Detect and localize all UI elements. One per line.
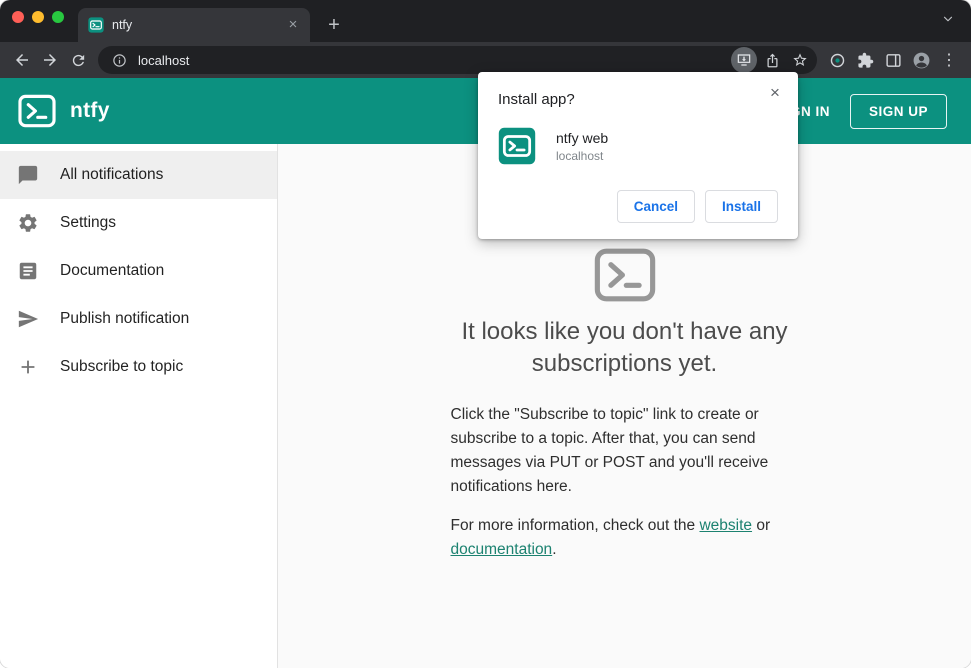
menu-overflow-icon[interactable]: ⋮ [935, 46, 963, 74]
maximize-window-button[interactable] [52, 11, 64, 23]
sign-up-button[interactable]: SIGN UP [849, 93, 947, 129]
browser-window: ntfy × + localhost ⋮ ntfy SIGN IN SIGN U… [0, 0, 971, 668]
dialog-app-info: ntfy web localhost [556, 130, 608, 163]
sidebar-item-publish-notification[interactable]: Publish notification [0, 295, 277, 343]
share-icon[interactable] [759, 47, 785, 73]
extension-badge-icon[interactable] [823, 46, 851, 74]
sidebar-item-settings[interactable]: Settings [0, 199, 277, 247]
address-text[interactable]: localhost [138, 53, 729, 68]
chat-bubble-icon [16, 163, 40, 187]
sidebar-item-label: Documentation [60, 262, 165, 279]
browser-tab[interactable]: ntfy × [78, 8, 310, 42]
close-window-button[interactable] [12, 11, 24, 23]
reload-icon[interactable] [64, 46, 92, 74]
forward-icon[interactable] [36, 46, 64, 74]
sidebar-item-label: Settings [60, 214, 117, 231]
plus-icon [16, 355, 40, 379]
extensions-puzzle-icon[interactable] [851, 46, 879, 74]
website-link[interactable]: website [699, 517, 752, 534]
sidebar-item-documentation[interactable]: Documentation [0, 247, 277, 295]
empty-state-heading: It looks like you don't have any subscri… [461, 318, 788, 378]
site-info-icon[interactable] [110, 51, 128, 69]
install-app-icon[interactable] [731, 47, 757, 73]
more-info-text: For more information, check out the webs… [451, 514, 799, 562]
bookmark-star-icon[interactable] [787, 47, 813, 73]
dialog-actions: Cancel Install [498, 190, 778, 223]
app-title: ntfy [70, 99, 110, 122]
ntfy-favicon-icon [88, 17, 104, 33]
send-icon [16, 307, 40, 331]
side-panel-icon[interactable] [879, 46, 907, 74]
dialog-app-name: ntfy web [556, 129, 609, 146]
address-bar[interactable]: localhost [98, 46, 817, 74]
more-info-suffix: . [552, 540, 557, 558]
dialog-title: Install app? [498, 91, 575, 108]
tab-search-chevron-icon[interactable] [941, 12, 955, 31]
tab-strip: ntfy × + [0, 0, 971, 42]
ntfy-terminal-logo-icon [594, 248, 656, 302]
ntfy-logo-icon [18, 94, 56, 128]
sidebar: All notifications Settings Documentation… [0, 144, 278, 668]
back-icon[interactable] [8, 46, 36, 74]
cancel-button[interactable]: Cancel [616, 190, 695, 223]
install-app-dialog: Install app? × ntfy web localhost Cancel… [478, 72, 798, 239]
more-info-prefix: For more information, check out the [450, 516, 700, 534]
new-tab-button[interactable]: + [322, 15, 346, 35]
empty-state-paragraph: Click the "Subscribe to topic" link to c… [450, 405, 769, 495]
profile-avatar-icon[interactable] [907, 46, 935, 74]
sidebar-item-label: Subscribe to topic [60, 358, 184, 375]
sidebar-item-label: Publish notification [60, 310, 190, 327]
more-info-middle: or [752, 516, 771, 534]
sidebar-item-subscribe-to-topic[interactable]: Subscribe to topic [0, 343, 277, 391]
dialog-app-origin: localhost [556, 148, 604, 163]
gear-icon [16, 211, 40, 235]
sidebar-item-all-notifications[interactable]: All notifications [0, 151, 277, 199]
documentation-link[interactable]: documentation [451, 541, 553, 558]
ntfy-app-icon [498, 127, 536, 165]
tab-close-icon[interactable]: × [284, 16, 302, 34]
article-icon [16, 259, 40, 283]
tab-title: ntfy [112, 18, 133, 32]
install-button[interactable]: Install [704, 190, 778, 223]
dialog-app-row: ntfy web localhost [498, 127, 778, 165]
window-controls [0, 11, 78, 42]
sidebar-item-label: All notifications [60, 166, 164, 183]
dialog-close-icon[interactable]: × [764, 82, 786, 104]
minimize-window-button[interactable] [32, 11, 44, 23]
